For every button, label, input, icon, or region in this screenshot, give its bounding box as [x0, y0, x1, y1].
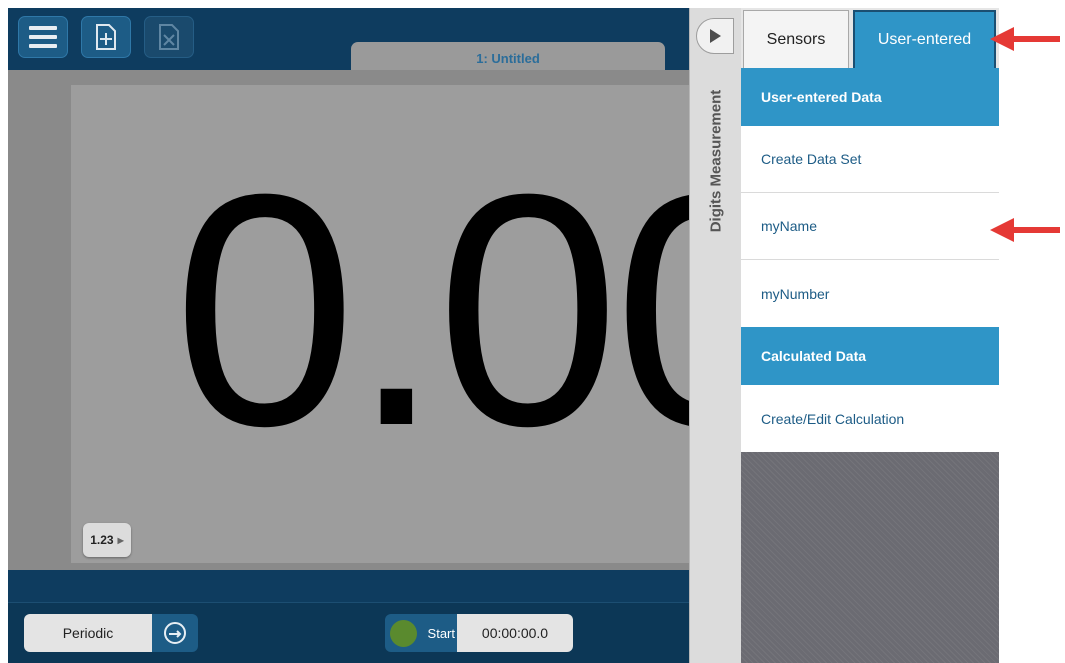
menu-item-label: Create Data Set	[761, 151, 862, 167]
new-file-button[interactable]	[81, 16, 131, 58]
tab-sensors[interactable]: Sensors	[743, 10, 849, 68]
file-close-icon	[159, 24, 179, 50]
data-source-panel: Sensors User-entered User-entered Data C…	[741, 8, 999, 663]
meter-display: 0.00 1.23 ▶	[71, 85, 689, 563]
panel-vertical-strip: Digits Measurement	[689, 8, 741, 663]
mode-label: Periodic	[62, 625, 114, 641]
panel-menu: User-entered Data Create Data Set myName…	[741, 68, 999, 452]
meter-value: 0.00	[173, 125, 689, 494]
menu-item-label: myName	[761, 218, 818, 234]
tab-user-entered[interactable]: User-entered	[853, 10, 996, 68]
start-label: Start	[427, 625, 455, 641]
display-format-button[interactable]: 1.23 ▶	[83, 523, 131, 557]
tab-sensors-label: Sensors	[766, 30, 826, 48]
menu-item-label: Create/Edit Calculation	[761, 410, 905, 427]
play-triangle-icon: ▶	[117, 535, 124, 545]
collection-settings-button[interactable]	[152, 614, 198, 652]
status-strip	[8, 570, 689, 602]
start-button[interactable]: Start	[385, 614, 457, 652]
display-format-label: 1.23	[90, 533, 114, 547]
annotation-arrow-icon	[990, 27, 1060, 51]
menu-item-create-data-set[interactable]: Create Data Set	[741, 126, 999, 193]
section-header-label: Calculated Data	[761, 348, 867, 364]
menu-item-label: myNumber	[761, 285, 830, 302]
app-window: 1: Untitled 0.00 1.23 ▶ Periodic Start	[8, 8, 689, 663]
view-title: Digits Measurement	[707, 89, 725, 233]
canvas-area: 0.00 1.23 ▶	[8, 70, 689, 570]
annotation-arrow-icon	[990, 218, 1060, 242]
timer-circle-icon	[164, 622, 186, 644]
hamburger-menu-icon	[29, 26, 57, 48]
close-file-button[interactable]	[144, 16, 194, 58]
file-plus-icon	[96, 24, 116, 50]
section-header-label: User-entered Data	[761, 89, 882, 105]
collection-bar: Periodic Start 00:00:00.0	[8, 602, 689, 663]
section-header-user-entered: User-entered Data	[741, 68, 999, 126]
page-tab-label: 1: Untitled	[476, 50, 540, 66]
timer-value: 00:00:00.0	[481, 625, 549, 641]
play-triangle-icon	[710, 29, 721, 43]
menu-item-mynumber[interactable]: myNumber	[741, 260, 999, 327]
tab-user-entered-label: User-entered	[877, 31, 972, 48]
panel-tabs: Sensors User-entered	[741, 8, 999, 68]
mode-button[interactable]: Periodic	[24, 614, 152, 652]
menu-item-create-edit-calculation[interactable]: Create/Edit Calculation	[741, 385, 999, 452]
hamburger-menu-button[interactable]	[18, 16, 68, 58]
menu-item-myname[interactable]: myName	[741, 193, 999, 260]
elapsed-timer: 00:00:00.0	[457, 614, 573, 652]
top-toolbar: 1: Untitled	[8, 8, 689, 74]
collapse-panel-button[interactable]	[696, 18, 734, 54]
start-indicator-icon	[390, 620, 417, 647]
section-header-calculated: Calculated Data	[741, 327, 999, 385]
